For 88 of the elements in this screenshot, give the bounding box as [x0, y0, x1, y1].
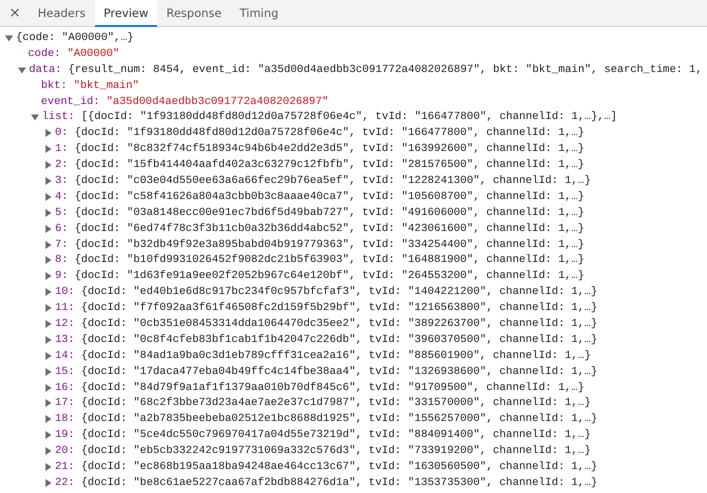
property-key: 13:	[55, 334, 75, 346]
object-preview: {result_num: 8454, event_id: "a35d00d4aedbb3c091772a4082026897", bkt: "bkt_main", search_time: 1,	[68, 64, 702, 76]
object-preview: {docId: "b10fd9931026452f9082dc21b5f63903", tvId: "164881900", channelId: 1,…}	[74, 254, 584, 266]
disclosure-triangle-icon[interactable]	[44, 145, 52, 154]
property-key: 1:	[55, 143, 68, 156]
tab[interactable]: Response	[157, 0, 231, 27]
object-preview: {docId: "a2b7835beebeba02512e1bc8688d1925", tvId: "1556257000", channelId: 1,…}	[81, 413, 598, 426]
property-key: event_id:	[41, 96, 100, 108]
object-preview: {docId: "17daca477eba04b49ffc4c14fbe38aa4", tvId: "1326938600", channelId: 1,…}	[81, 366, 598, 378]
disclosure-triangle-icon[interactable]	[18, 66, 26, 74]
disclosure-triangle-icon[interactable]	[44, 368, 52, 376]
object-preview: {code: "A00000",…}	[16, 32, 134, 44]
property-key: list:	[42, 111, 75, 124]
disclosure-triangle-icon[interactable]	[31, 113, 39, 122]
property-key: 2:	[55, 159, 68, 172]
disclosure-triangle-icon[interactable]	[44, 129, 52, 138]
object-preview: {docId: "6ed74f78c3f3b11cb0a32b36dd4abc52", tvId: "423061600", channelId: 1,…}	[74, 222, 584, 235]
disclosure-triangle-icon[interactable]	[44, 272, 52, 280]
object-preview: {docId: "ed40b1e6d8c917bc234f0c957bfcfaf3", tvId: "1404221200", channelId: 1,…}	[81, 286, 598, 298]
property-key: 9:	[55, 270, 68, 282]
property-value: "A00000"	[67, 48, 120, 60]
object-preview: {docId: "8c832f74cf518934c94b6b4e2dd2e3d5", tvId: "163992600", channelId: 1,…}	[74, 143, 584, 156]
object-preview: {docId: "eb5cb332242c9197731069a332c576d3", tvId: "733919200", channelId: 1,…}	[81, 445, 591, 458]
property-key: 19:	[55, 429, 75, 442]
property-key: 22:	[55, 476, 75, 489]
object-preview: {docId: "84d79f9a1af1f1379aa010b70df845c6", tvId: "91709500", channelId: 1,…}	[81, 382, 584, 394]
disclosure-triangle-icon[interactable]	[44, 399, 52, 408]
property-value: "a35d00d4aedbb3c091772a4082026897"	[106, 96, 329, 108]
disclosure-triangle-icon[interactable]	[5, 34, 13, 42]
disclosure-triangle-icon[interactable]	[44, 462, 52, 471]
object-preview: {docId: "0cb351e08453314dda1064470dc35ee2", tvId: "3892263700", channelId: 1,…}	[81, 318, 598, 330]
disclosure-triangle-icon[interactable]	[44, 320, 52, 328]
property-key: 8:	[55, 254, 68, 266]
object-preview: {docId: "84ad1a9ba0c3d1eb789cfff31cea2a16", tvId: "885601900", channelId: 1,…}	[81, 350, 591, 362]
property-key: 16:	[55, 382, 75, 394]
object-preview: {docId: "f7f092aa3f61f46508fc2d159f5b29bf", tvId: "1216563800", channelId: 1,…}	[81, 302, 598, 314]
property-key: 7:	[55, 238, 68, 251]
object-preview: {docId: "ec868b195aa18ba94248ae464cc13c67", tvId: "1630560500", channelId: 1,…}	[81, 460, 598, 473]
property-key: data:	[29, 64, 62, 76]
object-preview: {docId: "03a8148ecc00e91ec7bd6f5d49bab727", tvId: "491606000", channelId: 1,…}	[74, 206, 584, 219]
tab[interactable]: Headers	[28, 0, 95, 27]
object-preview: {docId: "15fb414404aafd402a3c63279c12fbfb", tvId: "281576500", channelId: 1,…}	[74, 159, 584, 172]
close-button[interactable]: ×	[0, 0, 29, 26]
disclosure-triangle-icon[interactable]	[44, 224, 52, 233]
disclosure-triangle-icon[interactable]	[44, 304, 52, 312]
property-key: 17:	[55, 397, 75, 410]
object-preview: {docId: "0c8f4cfeb83bf1cab1f1b42047c226db", tvId: "3960370500", channelId: 1,…}	[81, 334, 598, 346]
property-key: 12:	[55, 318, 75, 330]
disclosure-triangle-icon[interactable]	[44, 192, 52, 201]
disclosure-triangle-icon[interactable]	[44, 176, 52, 185]
property-key: 3:	[55, 174, 68, 187]
property-key: code:	[28, 48, 61, 60]
object-preview: {docId: "5ce4dc550c796970417a04d55e73219d", tvId: "884091400", channelId: 1,…}	[81, 429, 591, 442]
property-key: bkt:	[41, 80, 68, 92]
property-value: "bkt_main"	[74, 80, 140, 92]
object-preview: {docId: "c03e04d550ee63a6a66fec29b76ea5ef", tvId: "1228241300", channelId: 1,…}	[74, 174, 591, 187]
disclosure-triangle-icon[interactable]	[44, 288, 52, 296]
property-key: 0:	[55, 127, 68, 140]
property-key: 21:	[55, 460, 75, 473]
object-preview: {docId: "c58f41626a804a3cbb0b3c8aaae40ca7", tvId: "105608700", channelId: 1,…}	[74, 190, 584, 203]
disclosure-triangle-icon[interactable]	[44, 478, 52, 487]
disclosure-triangle-icon[interactable]	[44, 161, 52, 170]
property-key: 4:	[55, 190, 68, 203]
disclosure-triangle-icon[interactable]	[44, 447, 52, 456]
disclosure-triangle-icon[interactable]	[44, 208, 52, 217]
tab[interactable]: Timing	[230, 0, 288, 27]
disclosure-triangle-icon[interactable]	[44, 431, 52, 440]
disclosure-triangle-icon[interactable]	[44, 240, 52, 249]
object-preview: {docId: "68c2f3bbe73d23a4ae7ae2e37c1d7987", tvId: "331570000", channelId: 1,…}	[81, 397, 591, 410]
property-key: 14:	[55, 350, 75, 362]
disclosure-triangle-icon[interactable]	[44, 384, 52, 392]
object-preview: {docId: "be8c61ae5227caa67af2bdb884276d1a", tvId: "1353735300", channelId: 1,…}	[81, 476, 598, 489]
object-preview: {docId: "1f93180dd48fd80d12d0a75728f06e4c", tvId: "166477800", channelId: 1,…}	[74, 127, 584, 140]
object-preview: {docId: "1d63fe91a9ee02f2052b967c64e120bf", tvId: "264553200", channelId: 1,…}	[74, 270, 584, 282]
disclosure-triangle-icon[interactable]	[44, 256, 52, 264]
property-key: 10:	[55, 286, 75, 298]
property-key: 5:	[55, 206, 68, 219]
property-key: 20:	[55, 445, 75, 458]
object-preview: [{docId: "1f93180dd48fd80d12d0a75728f06e4c", tvId: "166477800", channelId: 1,…},…]	[81, 111, 618, 124]
property-key: 15:	[55, 366, 75, 378]
disclosure-triangle-icon[interactable]	[44, 352, 52, 360]
property-key: 6:	[55, 222, 68, 235]
disclosure-triangle-icon[interactable]	[44, 336, 52, 344]
object-preview: {docId: "b32db49f92e3a895babd04b919779363", tvId: "334254400", channelId: 1,…}	[74, 238, 584, 251]
property-key: 11:	[55, 302, 75, 314]
tab[interactable]: Preview	[94, 0, 158, 27]
disclosure-triangle-icon[interactable]	[44, 415, 52, 424]
property-key: 18:	[55, 413, 75, 426]
